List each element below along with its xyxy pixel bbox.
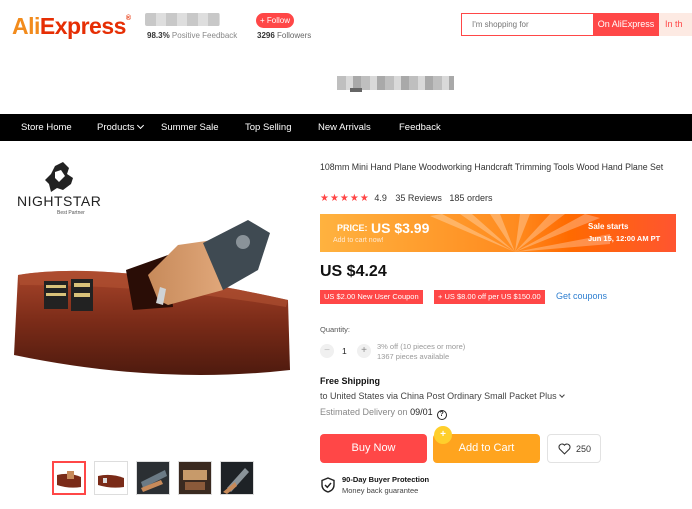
search-on-aliexpress-button[interactable]: On AliExpress [593,13,659,36]
buyer-protection-subtitle: Money back guarantee [342,486,419,495]
thumbnail-1[interactable] [52,461,86,495]
new-user-coupon[interactable]: US $2.00 New User Coupon [320,290,423,304]
product-main-image[interactable] [8,215,298,385]
store-name-blurred[interactable] [145,13,220,26]
thumbnail-3[interactable] [136,461,170,495]
free-shipping-label: Free Shipping [320,376,381,386]
reviews-link[interactable]: 35 Reviews [395,193,442,203]
store-coupon[interactable]: + US $8.00 off per US $150.00 [434,290,545,304]
promo-price-value: US $3.99 [371,220,430,236]
minus-icon[interactable]: − [320,344,334,358]
quantity-value[interactable]: 1 [342,346,347,356]
wishlist-button[interactable]: 250 [547,434,601,463]
store-banner-fragment [350,88,362,92]
followers-count: 3296 Followers [257,31,312,40]
positive-feedback: 98.3% Positive Feedback [147,31,238,40]
promo-price-label: PRICE: [337,223,368,233]
search-bar: On AliExpress In th [461,13,692,36]
top-header: AliExpress® 98.3% Positive Feedback + Fo… [0,0,692,54]
chevron-down-icon [558,392,565,398]
store-navbar: Store Home Products Summer Sale Top Sell… [0,114,692,141]
heart-icon [558,443,571,455]
aliexpress-logo[interactable]: AliExpress® [12,13,131,40]
chevron-down-icon [136,121,144,130]
thumbnail-4[interactable] [178,461,212,495]
promo-price-banner[interactable]: PRICE: US $3.99 Add to cart now! Sale st… [320,214,676,252]
bulk-discount-note: 3% off (10 pieces or more) [377,342,466,351]
search-in-store-button[interactable]: In th [659,13,692,36]
thumbnail-5[interactable] [220,461,254,495]
nav-new-arrivals[interactable]: New Arrivals [318,114,371,141]
quantity-label: Quantity: [320,325,351,334]
current-price: US $4.24 [320,263,387,280]
sunburst-decoration [430,214,610,252]
cart-plus-badge: + [434,426,452,444]
orders-count: 185 orders [449,193,493,203]
sale-starts-label: Sale starts [588,222,629,231]
sale-start-date: Jun 15, 12:00 AM PT [588,234,661,243]
rating-row: ★★★★★ 4.9 35 Reviews 185 orders [320,193,492,205]
product-title: 108mm Mini Hand Plane Woodworking Handcr… [320,162,664,172]
nav-store-home[interactable]: Store Home [21,114,72,141]
shield-check-icon [321,477,335,493]
nav-top-selling[interactable]: Top Selling [245,114,291,141]
follow-button[interactable]: + Follow [256,13,294,28]
help-icon[interactable]: ? [436,410,447,420]
promo-cart-now: Add to cart now! [333,237,384,244]
shipping-method-selector[interactable]: to United States via China Post Ordinary… [320,391,565,401]
nav-feedback[interactable]: Feedback [399,114,441,141]
nav-products[interactable]: Products [97,114,144,141]
search-input[interactable] [462,14,593,35]
get-coupons-link[interactable]: Get coupons [556,291,607,301]
buy-now-button[interactable]: Buy Now [320,434,427,463]
buyer-protection-title: 90-Day Buyer Protection [342,475,430,484]
star-icon: ★★★★★ [320,193,370,204]
nav-summer-sale[interactable]: Summer Sale [161,114,219,141]
rating-score[interactable]: 4.9 [374,193,387,203]
estimated-delivery: Estimated Delivery on 09/01? [320,407,447,420]
plus-icon[interactable]: + [357,344,371,358]
stock-available: 1367 pieces available [377,352,450,361]
thumbnail-2[interactable] [94,461,128,495]
brand-name: NIGHTSTAR [17,193,102,209]
wishlist-count: 250 [576,444,592,454]
